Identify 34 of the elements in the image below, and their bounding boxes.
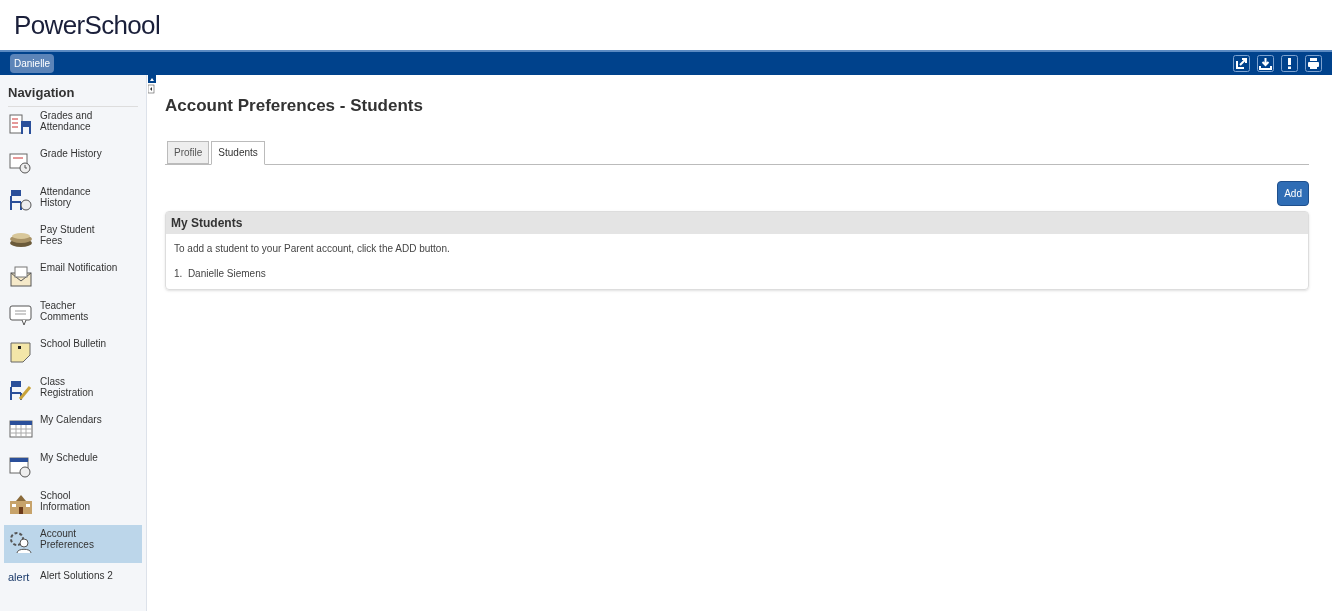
instruction-text: To add a student to your Parent account, click the ADD button. [173,241,451,256]
note-icon [8,339,34,364]
download-icon[interactable] [1257,55,1274,72]
collapse-handle-icon[interactable] [148,75,156,95]
nav-item[interactable]: Attendance History [4,182,142,221]
tab[interactable]: Profile [167,140,210,164]
nav-item[interactable]: My Schedule [4,448,142,487]
nav-item[interactable]: Account Preferences [4,524,142,563]
student-entry: 1. Danielle Siemens [173,266,267,281]
gear-person-icon [8,529,34,554]
nav-item[interactable]: Class Registration [4,372,142,411]
nav-item[interactable]: School Bulletin [4,334,142,373]
nav-item[interactable]: Grades and Attendance [4,106,142,145]
nav-item[interactable]: Grade History [4,144,142,183]
alert-icon[interactable] [1281,55,1298,72]
sidebar-title: Navigation [8,83,138,107]
nav-item[interactable]: Pay Student Fees [4,220,142,259]
envelope-icon [8,263,34,288]
nav-item[interactable]: Teacher Comments [4,296,142,335]
student-button[interactable]: Danielle [10,54,55,73]
nav-item[interactable]: alert Alert Solutions 2 [4,562,142,601]
nav-item[interactable]: Email Notification [4,258,142,297]
page-title: Account Preferences - Students [165,95,424,117]
alert-logo: alert [8,569,31,583]
nav-item[interactable]: School Information [4,486,142,525]
logo: PowerSchool [14,8,161,42]
grades-icon [8,111,34,136]
add-button[interactable]: Add [1277,180,1309,206]
chair-clock-icon [8,187,34,212]
print-icon[interactable] [1305,55,1322,72]
nav-item[interactable]: My Calendars [4,410,142,449]
tab[interactable]: Students [211,140,265,165]
external-link-icon[interactable] [1233,55,1250,72]
panel-title: My Students [166,211,1308,234]
